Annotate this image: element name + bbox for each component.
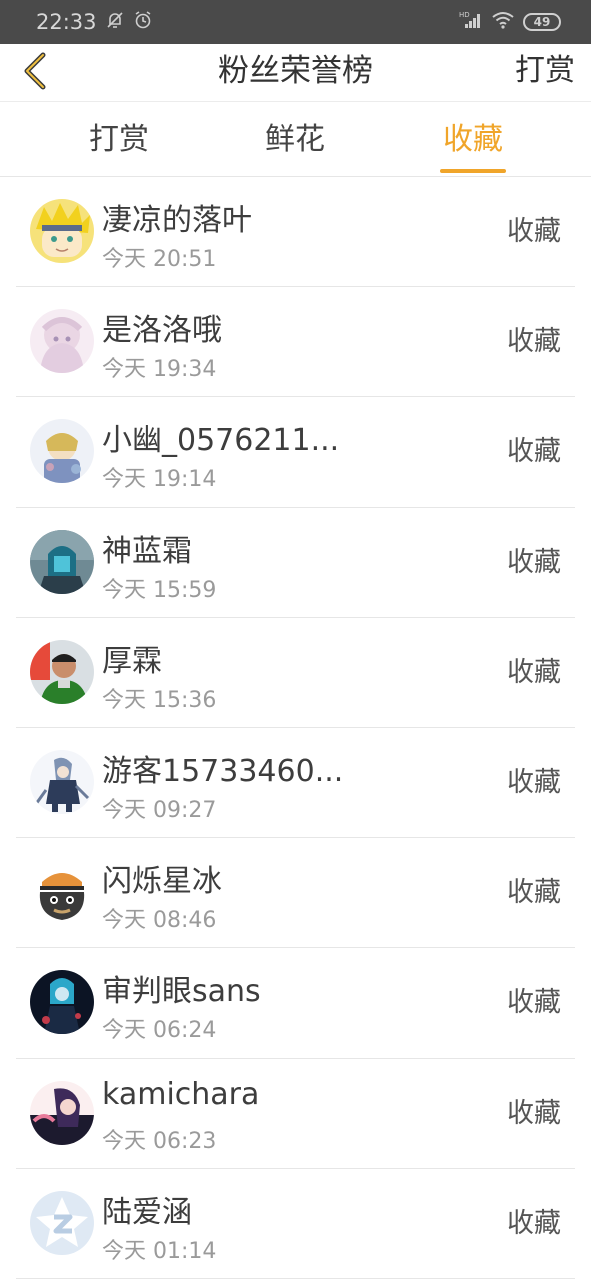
support-type: 收藏	[507, 216, 561, 247]
fan-time: 今天 15:59	[102, 577, 217, 603]
support-type: 收藏	[507, 1207, 561, 1239]
fan-name: 闪烁星冰	[102, 864, 222, 900]
tab-flowers[interactable]: 鲜花	[262, 102, 328, 177]
mute-bell-icon	[105, 10, 125, 34]
chevron-left-icon	[21, 51, 47, 95]
fan-name: 游客15733460...	[102, 753, 344, 789]
fan-time: 今天 06:23	[102, 1128, 217, 1154]
status-time: 22:33	[36, 10, 97, 34]
fan-name: 小幽_0576211...	[102, 423, 340, 459]
support-type: 收藏	[507, 656, 561, 688]
hd-signal-icon: HD	[459, 10, 483, 34]
status-right: HD 49	[459, 10, 561, 34]
fan-name: 是洛洛哦	[102, 313, 222, 349]
avatar[interactable]	[30, 1190, 94, 1255]
support-type: 收藏	[507, 1097, 561, 1129]
fan-name: 陆爱涵	[102, 1194, 192, 1230]
support-type: 收藏	[507, 877, 561, 909]
list-item[interactable]: 是洛洛哦 今天 19:34 收藏	[16, 287, 575, 398]
svg-text:HD: HD	[459, 11, 470, 19]
fan-time: 今天 09:27	[102, 797, 217, 823]
support-type: 收藏	[507, 766, 561, 798]
tab-label: 鲜花	[265, 122, 325, 157]
avatar[interactable]	[30, 199, 94, 263]
wifi-icon	[491, 10, 515, 34]
list-item[interactable]: 陆爱涵 今天 01:14 收藏	[16, 1169, 575, 1279]
list-item[interactable]: 厚霖 今天 15:36 收藏	[16, 618, 575, 728]
fan-name: 厚霖	[102, 643, 162, 679]
fan-list: 凄凉的落叶 今天 20:51 收藏 是洛洛哦 今天 19:34 收藏 小幽_05…	[0, 177, 591, 1279]
fan-name: 审判眼sans	[102, 974, 261, 1010]
fan-time: 今天 19:34	[102, 357, 217, 383]
list-item[interactable]: 小幽_0576211... 今天 19:14 收藏	[16, 397, 575, 508]
avatar[interactable]	[30, 529, 94, 594]
support-type: 收藏	[507, 436, 561, 468]
list-item[interactable]: kamichara 今天 06:23 收藏	[16, 1059, 575, 1169]
avatar[interactable]	[30, 860, 94, 925]
avatar[interactable]	[30, 970, 94, 1035]
fan-time: 今天 06:24	[102, 1018, 217, 1044]
avatar[interactable]	[30, 749, 94, 814]
support-type: 收藏	[507, 987, 561, 1019]
fan-time: 今天 01:14	[102, 1238, 217, 1264]
header-bar: 粉丝荣誉榜 打赏	[0, 44, 591, 102]
tab-label: 收藏	[443, 122, 503, 157]
fan-name: kamichara	[102, 1076, 260, 1112]
avatar[interactable]	[30, 1080, 94, 1145]
status-bar: 22:33 HD 49	[0, 0, 591, 44]
support-type: 收藏	[507, 326, 561, 358]
tab-favorites[interactable]: 收藏	[440, 102, 506, 177]
list-item[interactable]: 审判眼sans 今天 06:24 收藏	[16, 948, 575, 1059]
avatar[interactable]	[30, 309, 94, 374]
fan-time: 今天 19:14	[102, 467, 217, 493]
battery-icon: 49	[523, 13, 561, 31]
list-item[interactable]: 凄凉的落叶 今天 20:51 收藏	[16, 177, 575, 288]
back-button[interactable]	[14, 52, 54, 94]
status-left: 22:33	[36, 10, 153, 34]
active-tab-indicator	[440, 169, 506, 173]
tab-label: 打赏	[89, 122, 149, 157]
support-type: 收藏	[507, 546, 561, 578]
page-title: 粉丝荣誉榜	[218, 53, 373, 89]
list-item[interactable]: 神蓝霜 今天 15:59 收藏	[16, 508, 575, 618]
fan-name: 神蓝霜	[102, 533, 192, 569]
fan-time: 今天 08:46	[102, 908, 217, 934]
alarm-icon	[133, 10, 153, 34]
reward-action-button[interactable]: 打赏	[515, 44, 575, 102]
avatar[interactable]	[30, 419, 94, 484]
fan-time: 今天 15:36	[102, 687, 217, 713]
list-item[interactable]: 游客15733460... 今天 09:27 收藏	[16, 728, 575, 839]
fan-time: 今天 20:51	[102, 247, 217, 272]
tab-reward[interactable]: 打赏	[86, 102, 152, 177]
list-item[interactable]: 闪烁星冰 今天 08:46 收藏	[16, 838, 575, 949]
tab-bar: 打赏 鲜花 收藏	[0, 102, 591, 177]
avatar[interactable]	[30, 639, 94, 704]
fan-name: 凄凉的落叶	[102, 203, 252, 238]
